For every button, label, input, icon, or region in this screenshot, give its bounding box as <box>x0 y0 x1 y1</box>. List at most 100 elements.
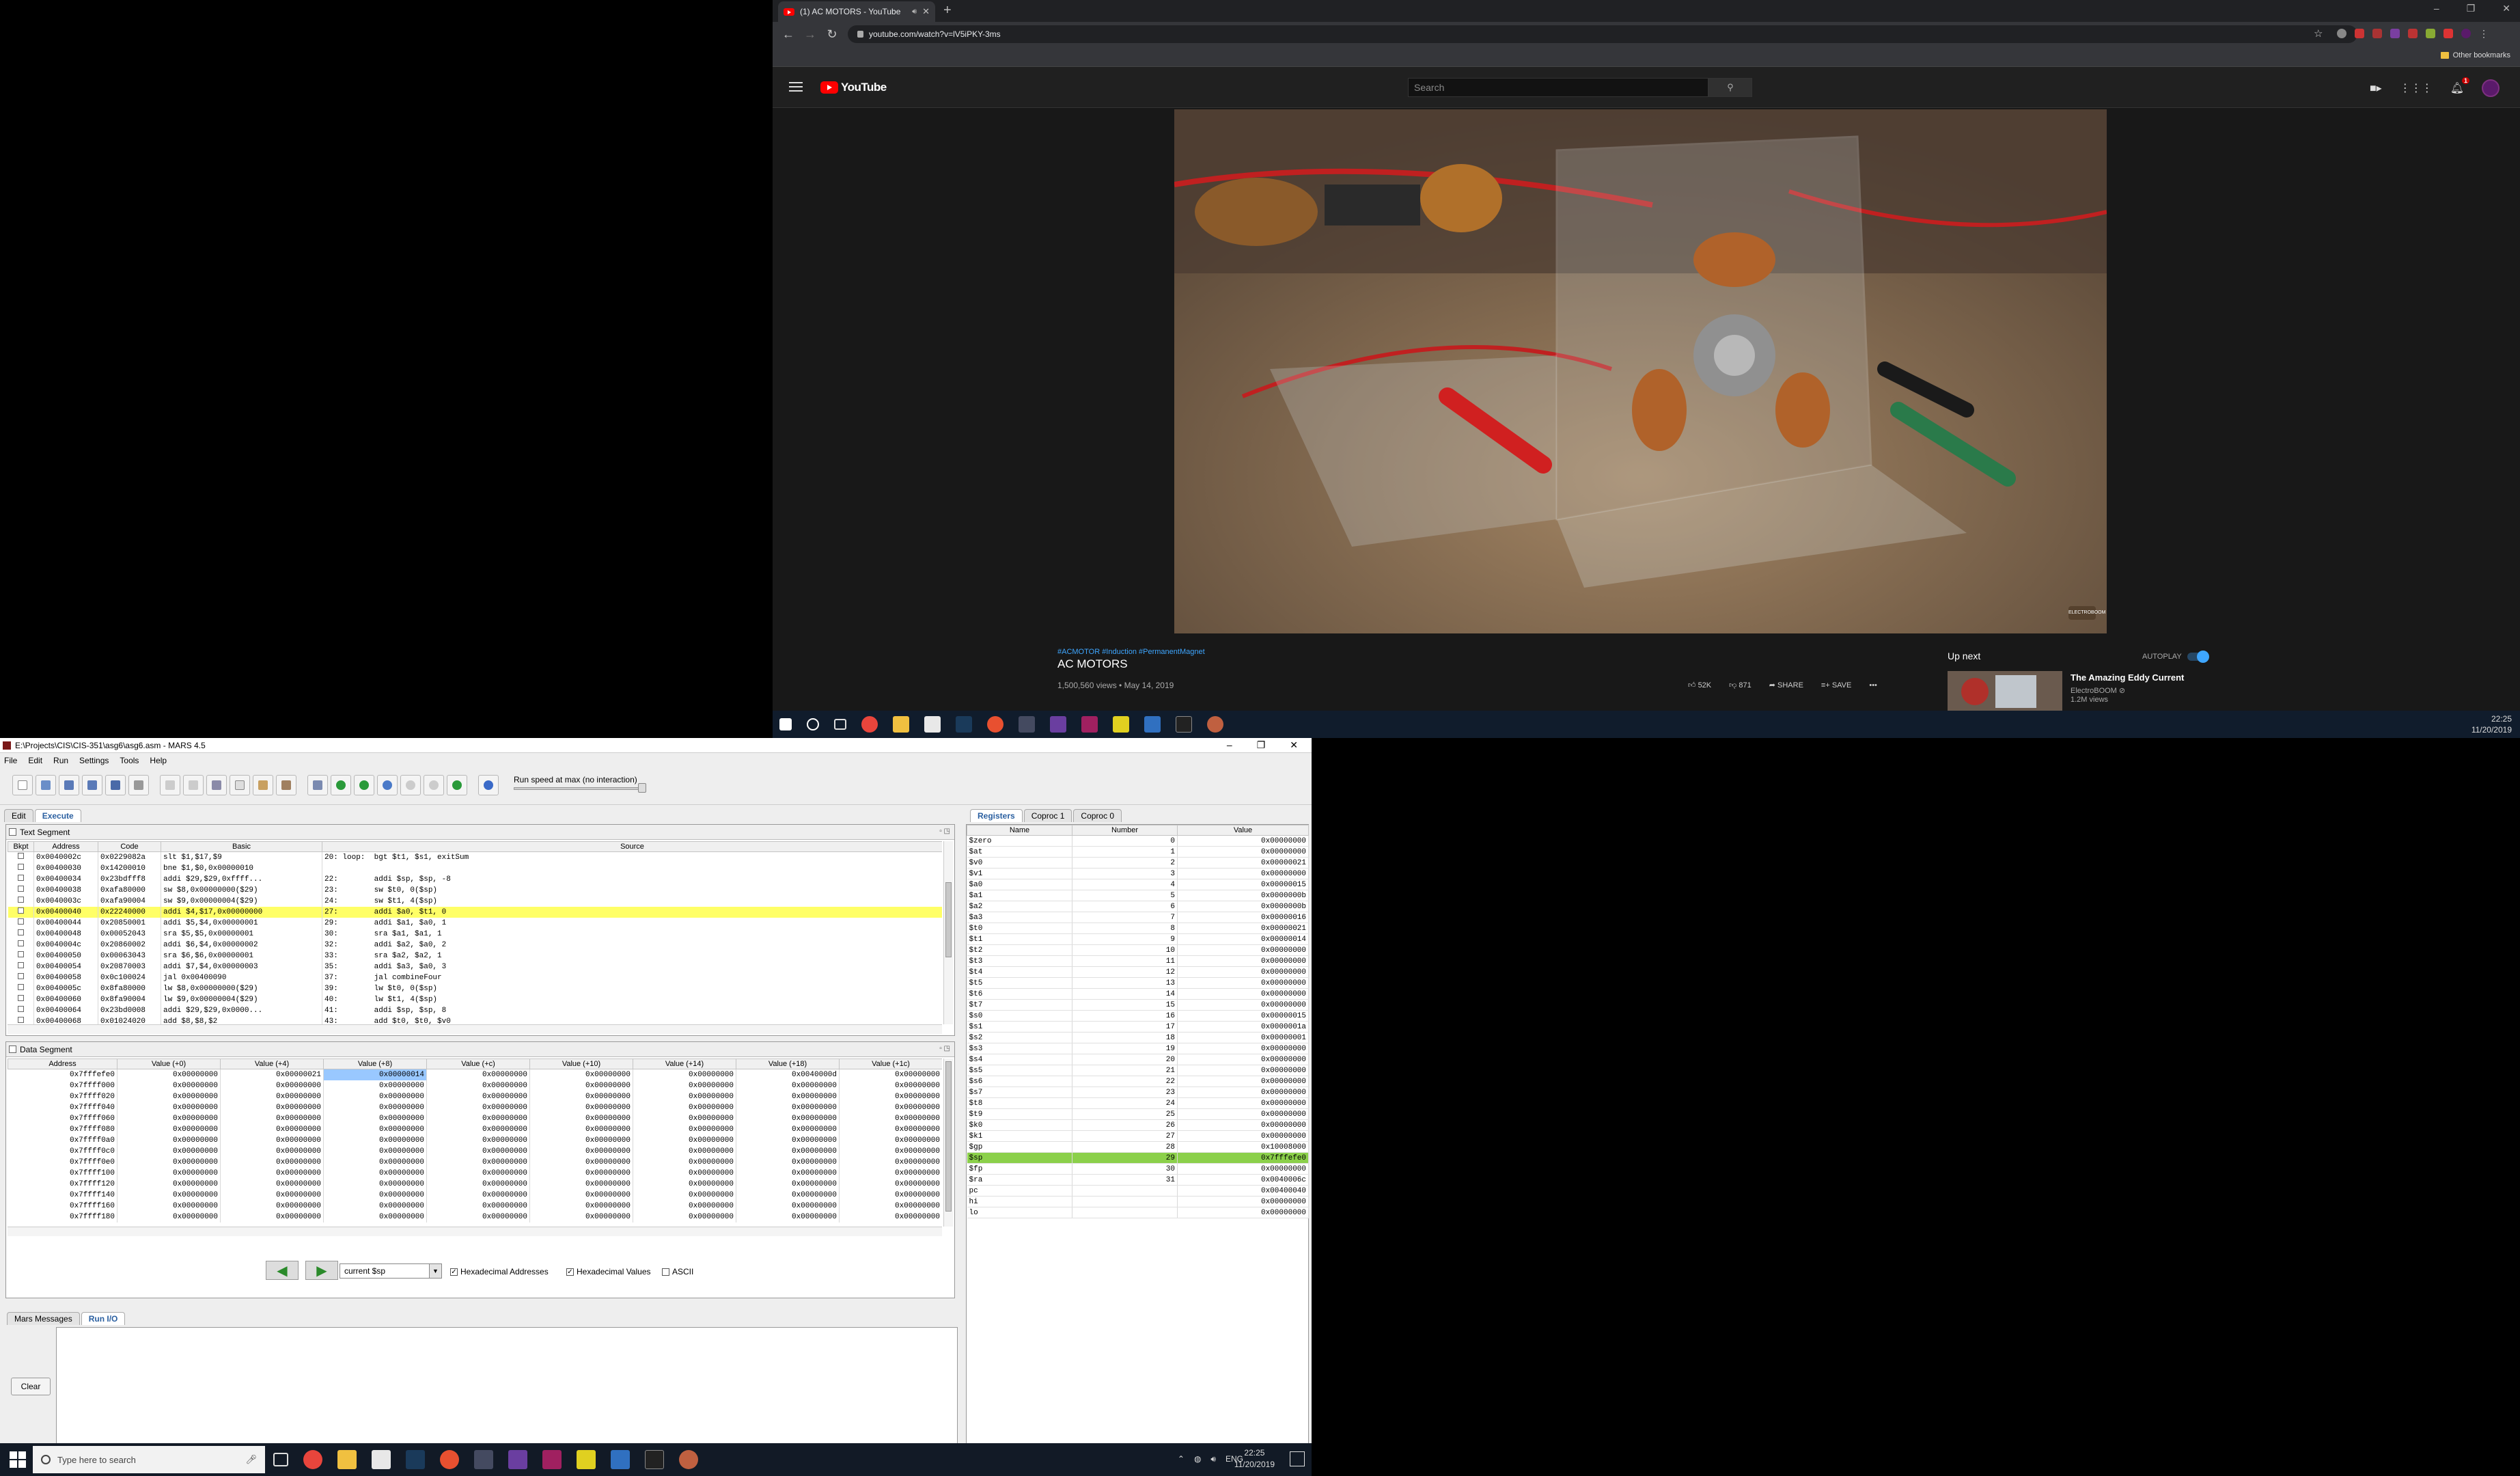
memory-address-cell[interactable]: 0x7ffff140 <box>8 1189 117 1201</box>
memory-value-cell[interactable]: 0x00000000 <box>426 1156 530 1168</box>
memory-value-cell[interactable]: 0x00000000 <box>220 1200 324 1212</box>
breakpoint-checkbox[interactable] <box>8 928 34 940</box>
app-icon[interactable] <box>440 1450 459 1469</box>
register-value-cell[interactable]: 0x00000000 <box>1177 1086 1309 1098</box>
memory-address-cell[interactable]: 0x7ffff0c0 <box>8 1145 117 1157</box>
create-video-icon[interactable]: ■▸ <box>2370 81 2382 95</box>
panel-window-controls[interactable]: ▫ ◳ <box>939 828 950 835</box>
memory-value-cell[interactable]: 0x00000000 <box>117 1200 221 1212</box>
memory-value-cell[interactable]: 0x00000000 <box>633 1156 736 1168</box>
paste-button[interactable] <box>253 775 273 795</box>
assemble-button[interactable] <box>307 775 328 795</box>
breakpoint-checkbox[interactable] <box>8 917 34 929</box>
app-icon[interactable] <box>987 716 1003 733</box>
register-value-cell[interactable]: 0x00000000 <box>1177 835 1309 847</box>
backstep-button[interactable] <box>377 775 398 795</box>
memory-value-cell[interactable]: 0x00000000 <box>117 1167 221 1179</box>
star-icon[interactable]: ☆ <box>2314 27 2323 40</box>
memory-value-cell[interactable]: 0x00000000 <box>426 1069 530 1080</box>
visual-studio-icon[interactable] <box>1050 716 1066 733</box>
undo-button[interactable] <box>160 775 180 795</box>
apps-grid-icon[interactable]: ⋮⋮⋮ <box>2400 81 2433 95</box>
prev-data-button[interactable]: ◀ <box>266 1261 299 1280</box>
memory-value-cell[interactable]: 0x00000000 <box>736 1123 840 1135</box>
text-segment-row[interactable]: 0x0040005c 0x8fa80000 lw $8,0x00000000($29… <box>8 983 942 994</box>
memory-value-cell[interactable]: 0x00000000 <box>426 1189 530 1201</box>
register-value-cell[interactable]: 0x0000000b <box>1177 901 1309 912</box>
menu-edit[interactable]: Edit <box>28 756 42 765</box>
omnibox[interactable]: youtube.com/watch?v=lV5iPKY-3ms <box>848 25 2357 43</box>
text-segment-row[interactable]: 0x00400034 0x23bdfff8 addi $29,$29,0xffff.… <box>8 873 942 885</box>
run-io-output[interactable] <box>56 1327 958 1454</box>
terminal-icon[interactable] <box>645 1450 664 1469</box>
youtube-logo[interactable]: YouTube <box>820 81 887 94</box>
memory-value-cell[interactable]: 0x00000000 <box>529 1069 633 1080</box>
register-value-cell[interactable]: 0x00000000 <box>1177 1065 1309 1076</box>
tab-edit[interactable]: Edit <box>4 809 33 822</box>
memory-value-cell[interactable]: 0x00000000 <box>529 1145 633 1157</box>
cut-button[interactable] <box>206 775 227 795</box>
hex-addresses-checkbox[interactable]: ✓ Hexadecimal Addresses <box>450 1267 549 1276</box>
hamburger-menu-icon[interactable] <box>789 82 803 94</box>
memory-value-cell[interactable]: 0x00000000 <box>323 1178 427 1190</box>
minimize-button[interactable]: – <box>1227 739 1232 751</box>
memory-value-cell[interactable]: 0x00000000 <box>736 1134 840 1146</box>
minimize-button[interactable]: – <box>2434 3 2439 14</box>
register-value-cell[interactable]: 0x00000000 <box>1177 868 1309 879</box>
taskbar-clock[interactable]: 22:25 11/20/2019 <box>1234 1447 1275 1471</box>
memory-region-select[interactable]: current $sp ▼ <box>340 1263 442 1279</box>
text-segment-row[interactable]: 0x00400040 0x22240000 addi $4,$17,0x000000… <box>8 906 942 918</box>
memory-value-cell[interactable]: 0x00000000 <box>323 1145 427 1157</box>
memory-value-cell[interactable]: 0x00000000 <box>117 1091 221 1102</box>
memory-value-cell[interactable]: 0x00000000 <box>633 1069 736 1080</box>
memory-value-cell[interactable]: 0x00000000 <box>839 1156 942 1168</box>
register-value-cell[interactable]: 0x00000000 <box>1177 977 1309 989</box>
memory-value-cell[interactable]: 0x00000000 <box>736 1112 840 1124</box>
register-value-cell[interactable]: 0x0000000b <box>1177 890 1309 901</box>
memory-value-cell[interactable]: 0x00000000 <box>633 1134 736 1146</box>
extension-icon[interactable] <box>2443 29 2453 38</box>
memory-value-cell[interactable]: 0x00000000 <box>323 1102 427 1113</box>
taskbar-clock[interactable]: 22:25 11/20/2019 <box>2471 713 2512 735</box>
browser-tab[interactable]: (1) AC MOTORS - YouTube 🔊︎ ✕ <box>778 1 935 22</box>
register-value-cell[interactable]: 0x00000000 <box>1177 1130 1309 1142</box>
url-text[interactable]: youtube.com/watch?v=lV5iPKY-3ms <box>869 29 1001 39</box>
memory-value-cell[interactable]: 0x00000000 <box>220 1178 324 1190</box>
memory-value-cell[interactable]: 0x00000000 <box>117 1156 221 1168</box>
memory-value-cell[interactable]: 0x00000000 <box>839 1211 942 1222</box>
text-segment-row[interactable]: 0x00400044 0x20850001 addi $5,$4,0x0000000… <box>8 917 942 929</box>
memory-value-cell[interactable]: 0x00000000 <box>633 1145 736 1157</box>
step-button[interactable] <box>354 775 374 795</box>
column-header[interactable]: Value (+c) <box>426 1058 530 1069</box>
memory-value-cell[interactable]: 0x00000000 <box>220 1145 324 1157</box>
register-value-cell[interactable]: 0x00000000 <box>1177 988 1309 1000</box>
memory-value-cell[interactable]: 0x00000000 <box>736 1211 840 1222</box>
memory-address-cell[interactable]: 0x7ffff180 <box>8 1211 117 1222</box>
memory-value-cell[interactable]: 0x00000000 <box>839 1145 942 1157</box>
tab-coproc-1[interactable]: Coproc 1 <box>1023 809 1072 822</box>
memory-value-cell[interactable]: 0x00000000 <box>426 1123 530 1135</box>
clear-button[interactable]: Clear <box>11 1378 51 1395</box>
memory-value-cell[interactable]: 0x00000000 <box>323 1200 427 1212</box>
tab-mars-messages[interactable]: Mars Messages <box>7 1312 80 1325</box>
ascii-checkbox[interactable]: ASCII <box>662 1267 693 1276</box>
memory-address-cell[interactable]: 0x7ffff160 <box>8 1200 117 1212</box>
column-header[interactable]: Source <box>322 841 942 852</box>
hex-values-checkbox[interactable]: ✓ Hexadecimal Values <box>566 1267 651 1276</box>
find-replace-button[interactable] <box>276 775 296 795</box>
register-value-cell[interactable]: 0x00000000 <box>1177 1043 1309 1054</box>
memory-value-cell[interactable]: 0x00000000 <box>736 1178 840 1190</box>
save-button[interactable] <box>59 775 79 795</box>
copy-button[interactable] <box>230 775 250 795</box>
memory-value-cell[interactable]: 0x00000000 <box>736 1080 840 1091</box>
memory-value-cell[interactable]: 0x00000000 <box>220 1211 324 1222</box>
memory-value-cell[interactable]: 0x00000000 <box>529 1178 633 1190</box>
reload-icon[interactable]: ↻ <box>826 27 838 42</box>
tab-coproc-0[interactable]: Coproc 0 <box>1073 809 1122 822</box>
tab-execute[interactable]: Execute <box>34 809 81 822</box>
register-value-cell[interactable]: 0x00000021 <box>1177 922 1309 934</box>
memory-value-cell[interactable]: 0x00000000 <box>839 1091 942 1102</box>
memory-value-cell[interactable]: 0x00000000 <box>736 1145 840 1157</box>
tray-chevron-icon[interactable]: ⌃ <box>1178 1454 1185 1464</box>
memory-value-cell[interactable]: 0x00000000 <box>736 1167 840 1179</box>
